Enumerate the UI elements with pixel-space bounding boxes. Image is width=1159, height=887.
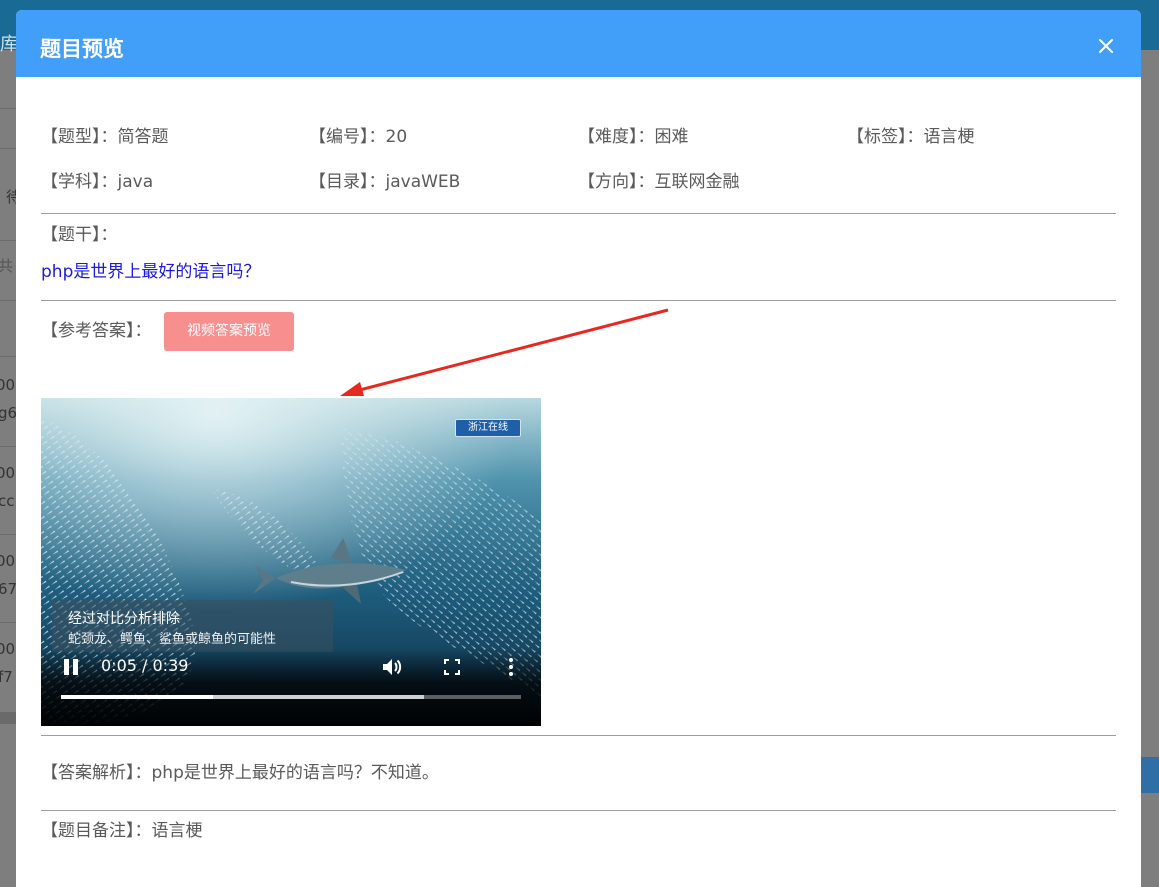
background-text: 00: [0, 552, 16, 570]
background-text: 67: [0, 580, 18, 598]
volume-icon[interactable]: [381, 656, 403, 678]
analysis-label: 【答案解析】：: [41, 763, 152, 783]
meta-value: ：互联网金融: [637, 172, 740, 192]
background-scrollbar: [0, 712, 16, 724]
meta-label: 【目录】: [309, 172, 369, 192]
meta-value: ：javaWEB: [368, 172, 461, 192]
divider: [41, 810, 1116, 811]
fullscreen-icon[interactable]: [444, 659, 460, 675]
meta-difficulty: 【难度】：困难: [578, 125, 689, 149]
meta-value: ：20: [368, 127, 408, 147]
meta-direction: 【方向】：互联网金融: [578, 170, 740, 194]
meta-value: ：困难: [637, 127, 689, 147]
note-row: 【题目备注】：语言梗: [41, 819, 203, 843]
meta-label: 【题型】: [41, 127, 101, 147]
watermark-logo: 浙江在线: [455, 419, 521, 437]
progress-played: [61, 695, 213, 699]
time-display: 0:05 / 0:39: [101, 656, 189, 675]
background-text: 00: [0, 464, 16, 482]
video-player[interactable]: 浙江在线 经过对比分析排除 蛇颈龙、鳄鱼、鲨鱼或鲸鱼的可能性 0:05 / 0:…: [41, 398, 541, 726]
answer-label: 【参考答案】：: [41, 321, 152, 341]
meta-value: ：java: [100, 172, 154, 192]
arrow-head: [340, 382, 364, 396]
meta-label: 【学科】: [41, 172, 101, 192]
background-text: f7: [0, 668, 13, 686]
meta-label: 【标签】: [847, 127, 907, 147]
meta-number: 【编号】：20: [309, 125, 407, 149]
divider: [41, 735, 1116, 736]
background-text: cc: [0, 492, 15, 510]
arrow-line: [351, 308, 669, 394]
dialog-header: 题目预览: [16, 10, 1141, 77]
meta-subject: 【学科】：java: [41, 170, 153, 194]
stem-label: 【题干】：: [41, 225, 118, 245]
meta-catalog: 【目录】：javaWEB: [309, 170, 460, 194]
note-text: 语言梗: [151, 821, 203, 841]
background-text: 00: [0, 640, 16, 658]
background-button: [1141, 757, 1159, 793]
meta-label: 【难度】: [578, 127, 638, 147]
divider: [41, 213, 1116, 214]
subtitle-line-1: 经过对比分析排除: [68, 611, 180, 627]
background-text: g6: [0, 404, 18, 422]
meta-value: ：简答题: [100, 127, 169, 147]
annotation-arrow: [340, 308, 669, 396]
video-progress-bar[interactable]: [61, 695, 521, 699]
background-text: 00: [0, 376, 16, 394]
preview-dialog: 题目预览 【题型】：简答题 【编号】：20 【难度】：困难 【标签】：语言梗 【…: [16, 10, 1141, 887]
meta-label: 【方向】: [578, 172, 638, 192]
close-icon[interactable]: [1096, 36, 1116, 56]
subtitle-line-2: 蛇颈龙、鳄鱼、鲨鱼或鲸鱼的可能性: [68, 632, 277, 647]
meta-value: ：语言梗: [906, 127, 975, 147]
more-options-icon[interactable]: [508, 657, 514, 677]
dialog-title: 题目预览: [40, 37, 124, 61]
stem-text: php是世界上最好的语言吗？: [41, 262, 261, 282]
analysis-row: 【答案解析】：php是世界上最好的语言吗？不知道。: [41, 761, 439, 785]
analysis-text: php是世界上最好的语言吗？不知道。: [151, 763, 439, 783]
note-label: 【题目备注】：: [41, 821, 152, 841]
subtitle-box: 经过对比分析排除 蛇颈龙、鳄鱼、鲨鱼或鲸鱼的可能性: [52, 600, 333, 652]
meta-label: 【编号】: [309, 127, 369, 147]
meta-type: 【题型】：简答题: [41, 125, 169, 149]
meta-tag: 【标签】：语言梗: [847, 125, 975, 149]
video-answer-preview-button[interactable]: 视频答案预览: [164, 312, 294, 351]
pause-icon[interactable]: [64, 659, 78, 675]
